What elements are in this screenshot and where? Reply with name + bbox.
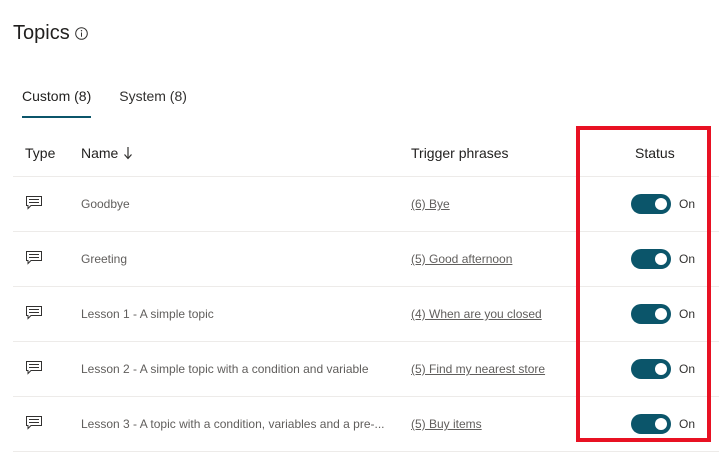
header-type[interactable]: Type xyxy=(13,145,81,161)
topic-name[interactable]: Goodbye xyxy=(81,197,411,211)
info-icon[interactable] xyxy=(74,27,88,40)
chat-icon xyxy=(25,195,43,211)
trigger-phrases-link[interactable]: (4) When are you closed xyxy=(411,307,542,321)
page-title: Topics xyxy=(13,22,70,44)
topic-name[interactable]: Lesson 2 - A simple topic with a conditi… xyxy=(81,362,411,376)
topic-name[interactable]: Lesson 3 - A topic with a condition, var… xyxy=(81,417,411,431)
chat-icon xyxy=(25,415,43,431)
header-name-label: Name xyxy=(81,145,119,161)
topic-name[interactable]: Lesson 1 - A simple topic xyxy=(81,307,411,321)
tab-custom[interactable]: Custom (8) xyxy=(22,82,92,118)
trigger-phrases-link[interactable]: (5) Find my nearest store xyxy=(411,362,545,376)
status-highlight-box xyxy=(576,126,711,442)
topic-name[interactable]: Greeting xyxy=(81,252,411,266)
topic-tabs: Custom (8) System (8) xyxy=(22,82,215,118)
trigger-phrases-link[interactable]: (5) Buy items xyxy=(411,417,482,431)
chat-icon xyxy=(25,360,43,376)
tab-system[interactable]: System (8) xyxy=(119,82,187,118)
arrow-down-icon xyxy=(123,146,133,160)
chat-icon xyxy=(25,305,43,321)
header-name[interactable]: Name xyxy=(81,145,411,161)
trigger-phrases-link[interactable]: (6) Bye xyxy=(411,197,450,211)
trigger-phrases-link[interactable]: (5) Good afternoon xyxy=(411,252,512,266)
chat-icon xyxy=(25,250,43,266)
page-header: Topics xyxy=(13,22,88,45)
